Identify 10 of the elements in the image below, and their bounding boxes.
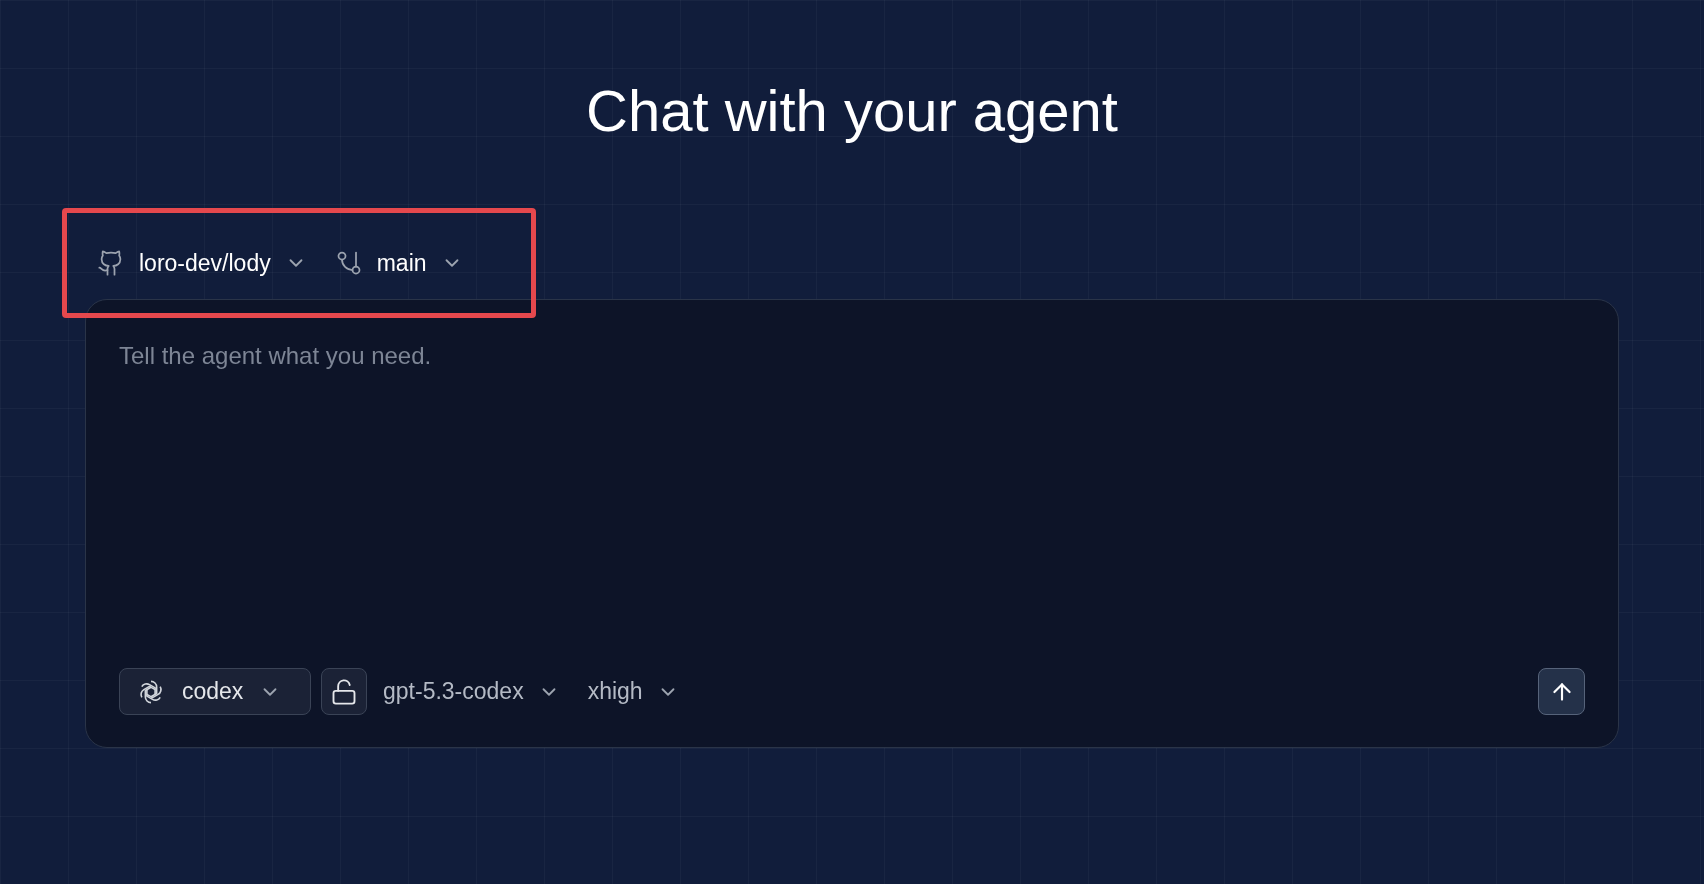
unlock-button[interactable] xyxy=(321,668,367,715)
repo-selector[interactable]: loro-dev/lody xyxy=(97,245,307,281)
agent-selector[interactable]: codex xyxy=(119,668,311,715)
model-selector[interactable]: gpt-5.3-codex xyxy=(383,674,560,709)
effort-selector[interactable]: xhigh xyxy=(587,674,679,709)
branch-selector[interactable]: main xyxy=(334,245,463,281)
page-title: Chat with your agent xyxy=(586,77,1118,145)
message-composer[interactable]: Tell the agent what you need. codex gpt-5.3-codex xhigh xyxy=(85,299,1619,748)
unlocked-icon xyxy=(330,677,358,706)
send-button[interactable] xyxy=(1538,668,1585,715)
